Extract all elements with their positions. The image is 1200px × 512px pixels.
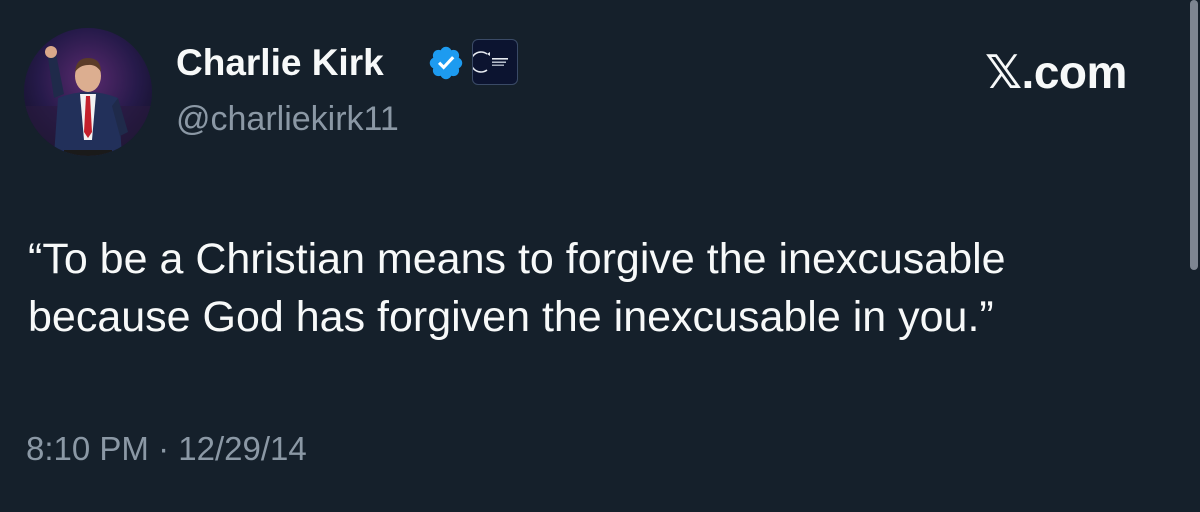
tweet-text-line: “To be a Christian means to forgive the … — [28, 235, 1006, 283]
scrollbar[interactable] — [1190, 0, 1198, 270]
x-logo: 𝕏.com — [985, 46, 1127, 98]
tweet-text-line: because God has forgiven the inexcusable… — [28, 293, 994, 341]
tweet-date: 12/29/14 — [178, 430, 307, 467]
tweet-card: Charlie Kirk @charliekirk11 𝕏.com “To be… — [0, 0, 1200, 512]
meta-separator: · — [158, 430, 170, 467]
verified-badge-icon — [427, 44, 465, 82]
author-name[interactable]: Charlie Kirk — [176, 40, 384, 86]
tweet-text: “To be a Christian means to forgive the … — [28, 230, 1178, 346]
affiliate-badge-icon[interactable] — [472, 39, 518, 85]
author-handle[interactable]: @charliekirk11 — [176, 98, 399, 140]
profile-avatar[interactable] — [24, 28, 152, 156]
tweet-time: 8:10 PM — [26, 430, 149, 467]
tweet-timestamp[interactable]: 8:10 PM · 12/29/14 — [26, 428, 307, 470]
